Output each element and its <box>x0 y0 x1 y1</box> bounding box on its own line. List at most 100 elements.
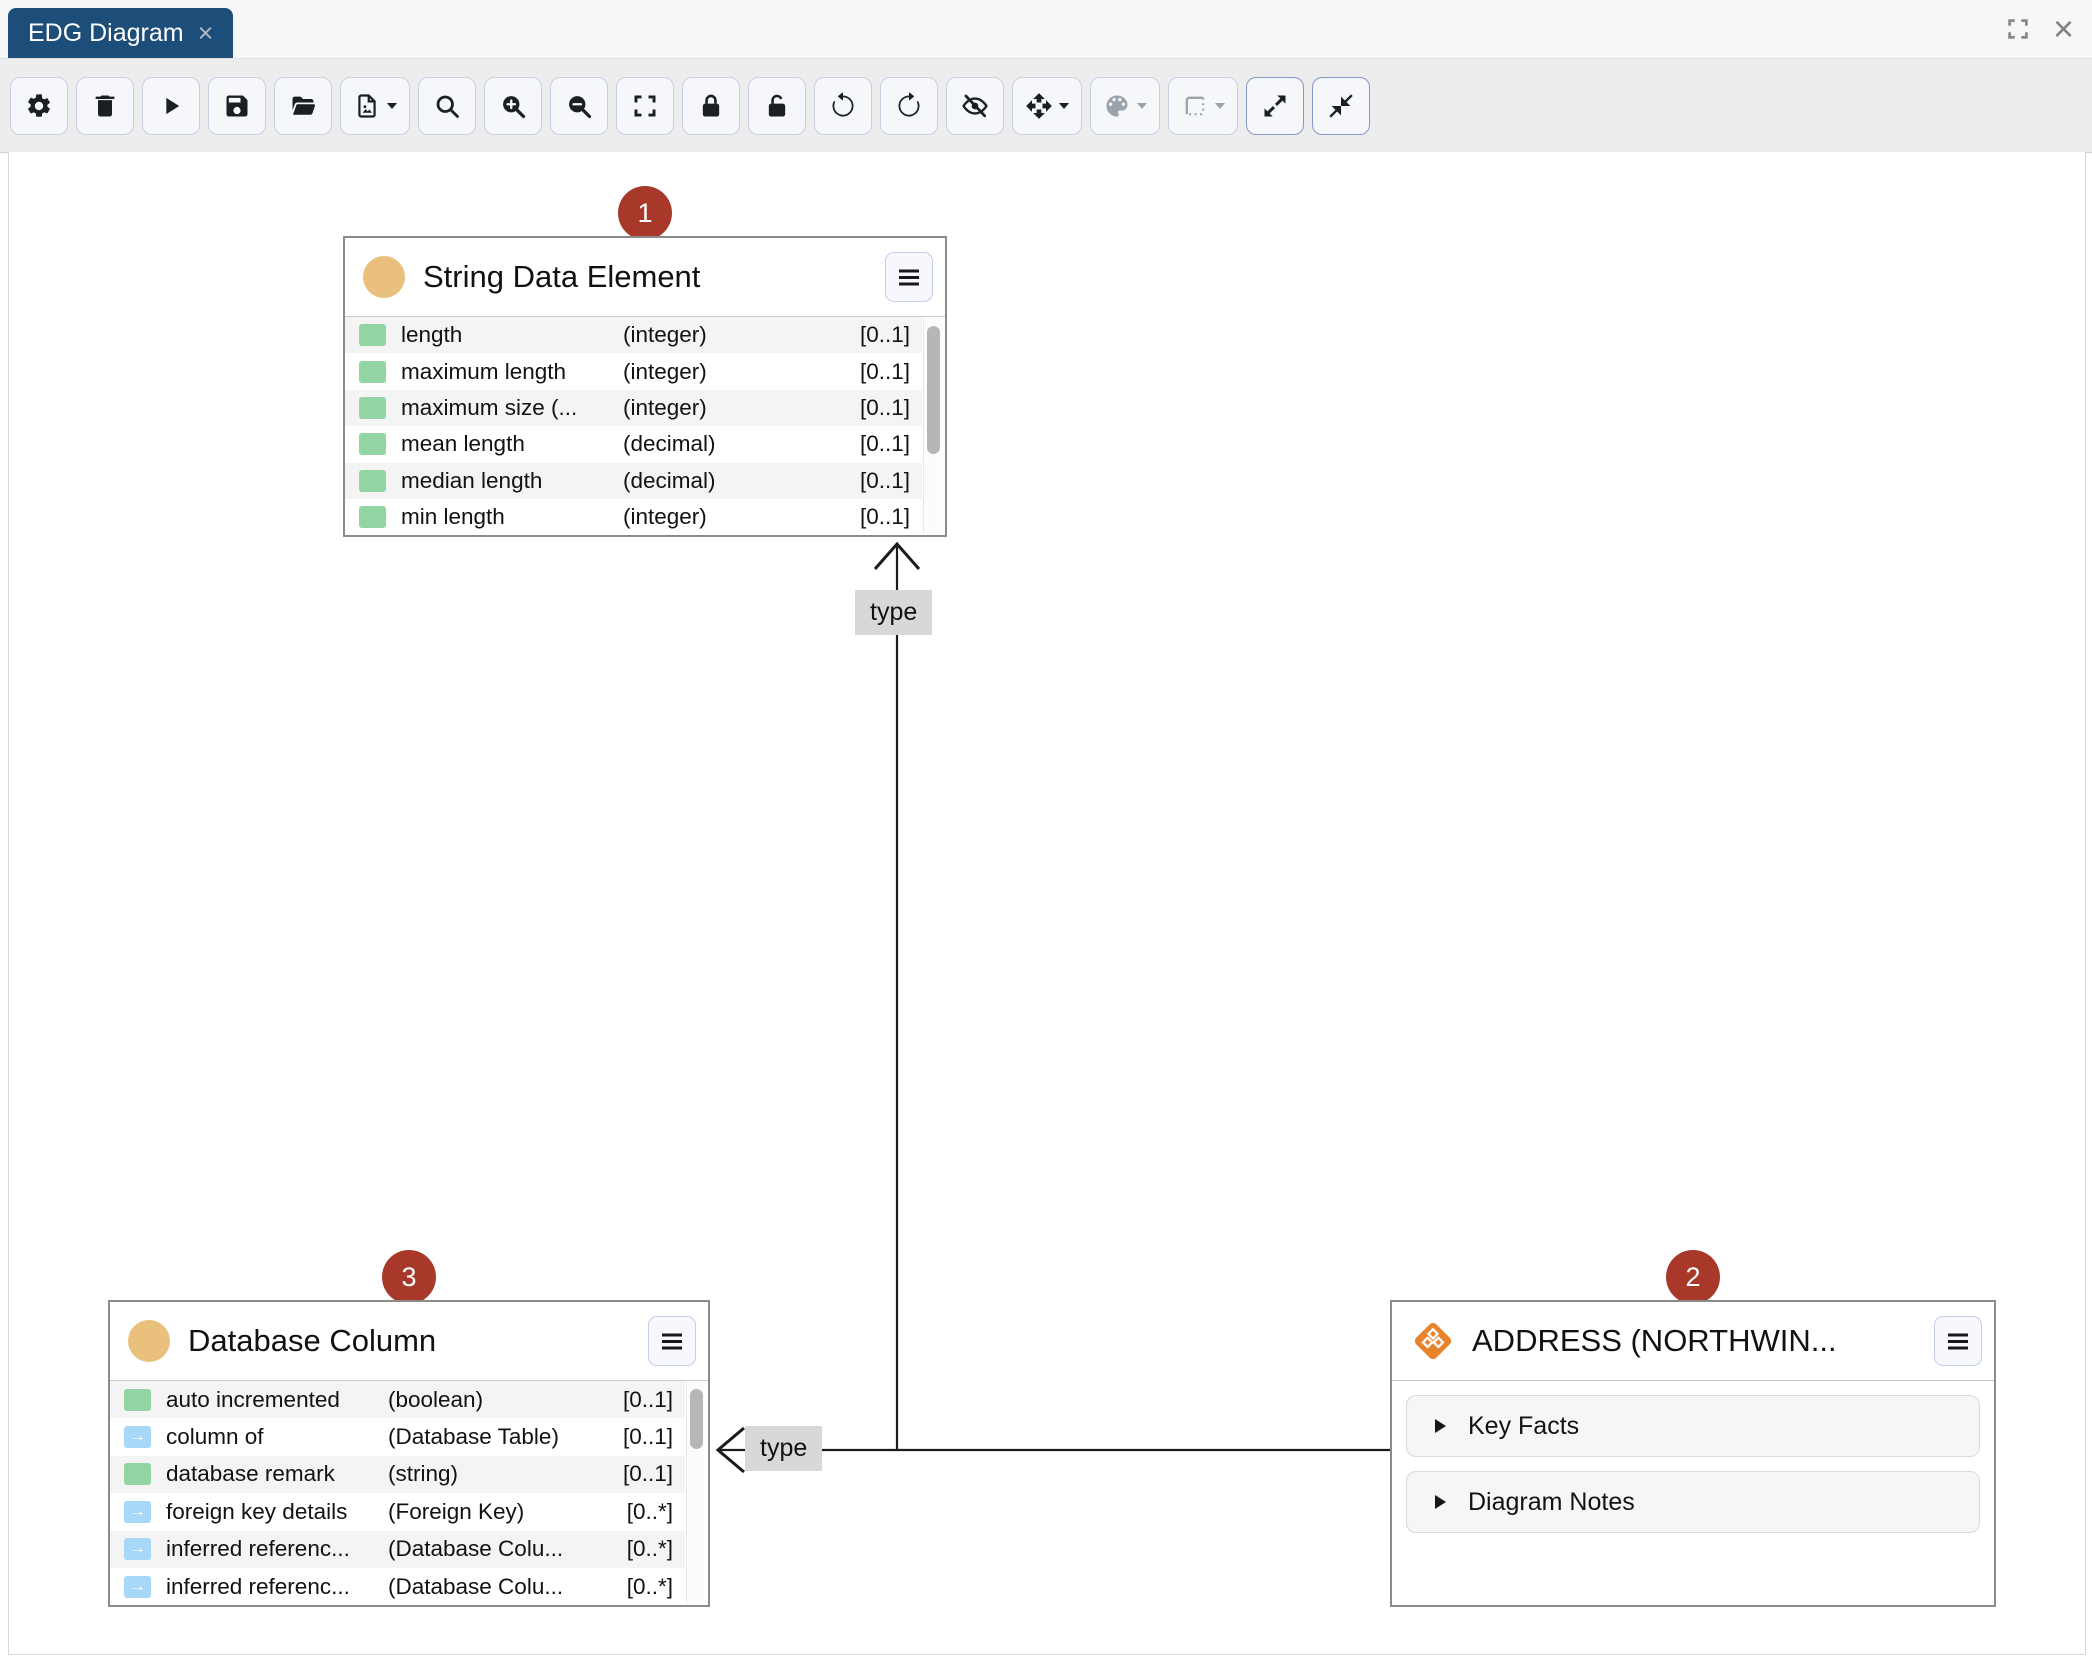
collapse-button[interactable] <box>1312 77 1370 135</box>
section-diagram-notes[interactable]: Diagram Notes <box>1406 1471 1980 1533</box>
palette-button[interactable] <box>1090 77 1160 135</box>
eye-slash-icon <box>961 92 989 120</box>
attribute-icon <box>124 1463 151 1485</box>
relation-row[interactable]: →foreign key details(Foreign Key)[0..*] <box>110 1493 685 1530</box>
attribute-row[interactable]: maximum size (...(integer)[0..1] <box>345 390 922 426</box>
row-cardinality: [0..1] <box>623 1461 685 1487</box>
node-menu-button[interactable] <box>648 1316 696 1366</box>
row-type: (boolean) <box>388 1387 596 1413</box>
lock-closed-icon <box>697 92 725 120</box>
row-type: (integer) <box>623 504 831 530</box>
chevron-down-icon <box>1215 103 1225 109</box>
attribute-row[interactable]: min length(integer)[0..1] <box>345 499 922 535</box>
chevron-down-icon <box>1059 103 1069 109</box>
tab-edg-diagram[interactable]: EDG Diagram × <box>8 8 233 58</box>
row-name: median length <box>401 468 623 494</box>
relation-row[interactable]: →column of(Database Table)[0..1] <box>110 1418 685 1455</box>
node-title: String Data Element <box>423 259 885 295</box>
node-address-northwind[interactable]: ADDRESS (NORTHWIN... Key Facts Diagram No… <box>1390 1300 1996 1607</box>
row-cardinality: [0..1] <box>860 359 922 385</box>
redo-button[interactable] <box>880 77 938 135</box>
scrollbar-thumb[interactable] <box>690 1389 703 1449</box>
fullscreen-icon[interactable] <box>2005 16 2031 42</box>
node-database-column[interactable]: Database Column auto incremented(boolean… <box>108 1300 710 1607</box>
toolbar <box>0 58 2092 153</box>
save-button[interactable] <box>208 77 266 135</box>
node-title: ADDRESS (NORTHWIN... <box>1472 1323 1934 1359</box>
settings-button[interactable] <box>10 77 68 135</box>
hamburger-icon <box>662 1340 682 1343</box>
row-name: maximum length <box>401 359 623 385</box>
attribute-row[interactable]: mean length(decimal)[0..1] <box>345 426 922 462</box>
attribute-row[interactable]: maximum length(integer)[0..1] <box>345 353 922 389</box>
disclosure-triangle-icon <box>1435 1419 1446 1433</box>
row-cardinality: [0..1] <box>623 1387 685 1413</box>
chevron-down-icon <box>1137 103 1147 109</box>
attribute-icon <box>359 397 386 419</box>
save-icon <box>223 92 251 120</box>
attribute-list: length(integer)[0..1]maximum length(inte… <box>345 317 922 535</box>
expand-arrows-icon <box>1261 92 1289 120</box>
export-image-button[interactable] <box>340 77 410 135</box>
node-scrollbar[interactable] <box>686 1382 706 1603</box>
zoom-out-button[interactable] <box>550 77 608 135</box>
delete-button[interactable] <box>76 77 134 135</box>
node-menu-button[interactable] <box>885 252 933 302</box>
close-icon[interactable]: × <box>2053 11 2074 47</box>
node-scrollbar[interactable] <box>923 318 943 533</box>
attribute-icon <box>359 433 386 455</box>
chevron-down-icon <box>387 103 397 109</box>
undo-button[interactable] <box>814 77 872 135</box>
relation-icon: → <box>124 1576 151 1598</box>
row-cardinality: [0..1] <box>860 468 922 494</box>
class-circle-icon <box>363 256 405 298</box>
run-button[interactable] <box>142 77 200 135</box>
fit-screen-button[interactable] <box>616 77 674 135</box>
row-cardinality: [0..1] <box>860 431 922 457</box>
row-name: length <box>401 322 623 348</box>
attribute-row[interactable]: database remark(string)[0..1] <box>110 1456 685 1493</box>
disclosure-triangle-icon <box>1435 1495 1446 1509</box>
lock-button[interactable] <box>682 77 740 135</box>
tab-bar: EDG Diagram × × <box>0 0 2092 58</box>
row-type: (integer) <box>623 395 831 421</box>
node-badge-2: 2 <box>1666 1250 1720 1304</box>
search-button[interactable] <box>418 77 476 135</box>
row-cardinality: [0..*] <box>627 1536 685 1562</box>
zoom-in-button[interactable] <box>484 77 542 135</box>
row-name: auto incremented <box>166 1387 388 1413</box>
attribute-row[interactable]: length(integer)[0..1] <box>345 317 922 353</box>
expand-button[interactable] <box>1246 77 1304 135</box>
tab-close-icon[interactable]: × <box>198 20 214 47</box>
row-type: (Database Colu... <box>388 1536 596 1562</box>
row-cardinality: [0..*] <box>627 1499 685 1525</box>
attribute-icon <box>359 506 386 528</box>
magnifier-plus-icon <box>499 92 527 120</box>
section-key-facts[interactable]: Key Facts <box>1406 1395 1980 1457</box>
relation-row[interactable]: →inferred referenc...(Database Colu...[0… <box>110 1531 685 1568</box>
play-icon <box>157 92 185 120</box>
magnifier-minus-icon <box>565 92 593 120</box>
row-name: inferred referenc... <box>166 1574 388 1600</box>
rotate-ccw-icon <box>829 92 857 120</box>
attribute-icon <box>359 361 386 383</box>
scrollbar-thumb[interactable] <box>927 326 940 454</box>
node-badge-3: 3 <box>382 1250 436 1304</box>
unlock-button[interactable] <box>748 77 806 135</box>
trash-icon <box>91 92 119 120</box>
hide-button[interactable] <box>946 77 1004 135</box>
palette-icon <box>1103 92 1131 120</box>
section-list: Key Facts Diagram Notes <box>1392 1381 1994 1547</box>
row-name: database remark <box>166 1461 388 1487</box>
relation-row[interactable]: →inferred referenc...(Database Colu...[0… <box>110 1568 685 1605</box>
node-menu-button[interactable] <box>1934 1316 1982 1366</box>
row-name: maximum size (... <box>401 395 623 421</box>
attribute-icon <box>124 1389 151 1411</box>
node-string-data-element[interactable]: String Data Element length(integer)[0..1… <box>343 236 947 537</box>
move-button[interactable] <box>1012 77 1082 135</box>
selection-style-button[interactable] <box>1168 77 1238 135</box>
attribute-row[interactable]: auto incremented(boolean) [0..1] <box>110 1381 685 1418</box>
open-button[interactable] <box>274 77 332 135</box>
row-name: inferred referenc... <box>166 1536 388 1562</box>
attribute-row[interactable]: median length(decimal)[0..1] <box>345 463 922 499</box>
